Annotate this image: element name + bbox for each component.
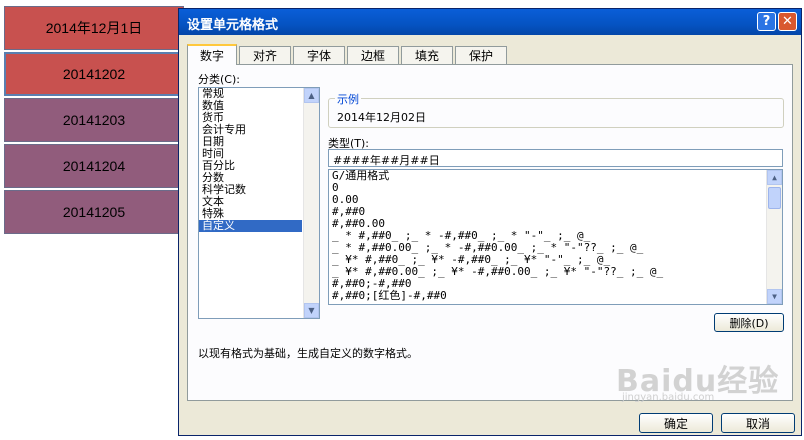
sample-legend: 示例	[335, 91, 361, 107]
number-tab-panel: 分类(C): 常规 数值 货币 会计专用 日期 时间 百分比 分数 科学记数 文…	[187, 64, 793, 401]
category-item-selected[interactable]: 自定义	[199, 220, 302, 232]
tab-font[interactable]: 字体	[293, 46, 345, 64]
cell-a1[interactable]: 2014年12月1日	[4, 6, 184, 50]
format-item[interactable]: 0.00	[329, 194, 782, 206]
tab-protection[interactable]: 保护	[455, 46, 507, 64]
ok-button[interactable]: 确定	[639, 413, 713, 433]
cancel-button[interactable]: 取消	[721, 413, 795, 433]
tab-alignment[interactable]: 对齐	[239, 46, 291, 64]
cell-a2[interactable]: 20141202	[4, 52, 184, 96]
delete-button[interactable]: 删除(D)	[714, 313, 784, 332]
help-button[interactable]: ?	[757, 12, 776, 31]
category-list[interactable]: 常规 数值 货币 会计专用 日期 时间 百分比 分数 科学记数 文本 特殊 自定…	[198, 87, 320, 319]
scroll-thumb[interactable]	[768, 187, 781, 209]
format-item[interactable]: #,##0;[红色]-#,##0	[329, 290, 782, 302]
dialog-titlebar[interactable]: 设置单元格格式 ? ✕	[179, 9, 801, 35]
tab-fill[interactable]: 填充	[401, 46, 453, 64]
dialog-title: 设置单元格格式	[187, 18, 279, 33]
sample-value: 2014年12月02日	[337, 111, 426, 124]
format-scrollbar[interactable]: ▲ ▼	[766, 170, 782, 304]
category-scrollbar[interactable]: ▲ ▼	[303, 88, 319, 318]
help-icon: ?	[762, 14, 771, 29]
close-button[interactable]: ✕	[778, 12, 797, 31]
cell-a5[interactable]: 20141205	[4, 190, 184, 234]
format-item[interactable]: #,##0	[329, 206, 782, 218]
type-input[interactable]: ####年##月##日	[328, 149, 783, 167]
format-item[interactable]: G/通用格式	[329, 170, 782, 182]
tab-number[interactable]: 数字	[187, 44, 237, 65]
close-icon: ✕	[782, 14, 793, 29]
scroll-up-icon[interactable]: ▲	[767, 170, 782, 185]
cell-a3[interactable]: 20141203	[4, 98, 184, 142]
format-description: 以现有格式为基础，生成自定义的数字格式。	[198, 347, 418, 360]
scroll-up-icon[interactable]: ▲	[304, 88, 319, 103]
sample-group: 示例 2014年12月02日	[328, 91, 784, 128]
format-list[interactable]: G/通用格式 0 0.00 #,##0 #,##0.00 _ * #,##0_ …	[328, 169, 783, 305]
category-label: 分类(C):	[198, 73, 240, 86]
scroll-down-icon[interactable]: ▼	[304, 303, 319, 318]
baidu-watermark-url: jingyan.baidu.com	[622, 392, 715, 403]
cell-a4[interactable]: 20141204	[4, 144, 184, 188]
tab-border[interactable]: 边框	[347, 46, 399, 64]
format-item[interactable]: 0	[329, 182, 782, 194]
scroll-down-icon[interactable]: ▼	[767, 289, 782, 304]
